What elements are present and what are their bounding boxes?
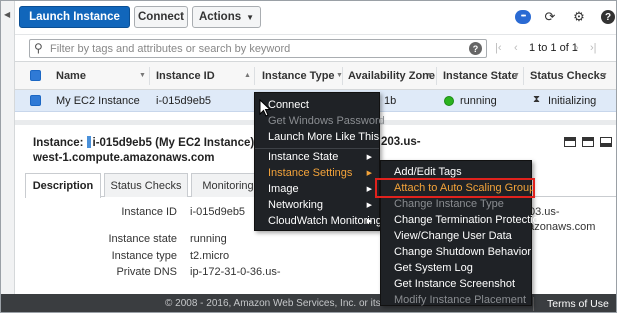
menu-item-instance-settings-label: Instance Settings (268, 167, 353, 179)
panel-layout-middle-icon[interactable] (582, 137, 594, 147)
column-header-instance-id[interactable]: Instance ID (156, 70, 215, 82)
sort-icon[interactable]: ▼ (426, 72, 433, 79)
select-all-checkbox[interactable] (30, 70, 41, 81)
tab-description[interactable]: Description (25, 173, 101, 198)
cell-status-checks: Initializing (548, 95, 597, 107)
submenu-arrow-icon: ▶ (366, 154, 372, 161)
submenu-item-view-change-user-data[interactable]: View/Change User Data (381, 228, 531, 244)
panel-layout-bottom-icon[interactable] (600, 137, 612, 147)
search-input[interactable] (50, 41, 460, 56)
menu-item-image-label: Image (268, 183, 299, 195)
field-value-instance-state: running (190, 233, 227, 245)
sort-icon[interactable]: ▼ (513, 72, 520, 79)
pagination-text: 1 to 1 of 1 (529, 42, 578, 54)
sort-icon[interactable]: ▲ (244, 72, 251, 79)
submenu-item-change-instance-type[interactable]: Change Instance Type (381, 196, 531, 212)
submenu-arrow-icon: ▶ (366, 202, 372, 209)
instances-table-header: Name ▼ Instance ID ▲ Instance Type ▼ Ava… (15, 61, 616, 90)
search-help-icon[interactable]: ? (469, 42, 482, 55)
toolbar: Launch Instance Connect Actions ▼ ⟳ ⚙ ? (15, 1, 616, 34)
details-dns-tail: 203.us- (381, 136, 421, 148)
mouse-pointer-icon (259, 99, 271, 117)
details-dns-line2: west-1.compute.amazonaws.com (33, 152, 215, 164)
actions-button-label: Actions (198, 11, 242, 23)
field-label-instance-type: Instance type (111, 250, 177, 262)
launch-instance-button[interactable]: Launch Instance (19, 6, 130, 28)
menu-item-launch-more-like-this[interactable]: Launch More Like This (255, 129, 379, 145)
connect-button[interactable]: Connect (134, 6, 188, 28)
collapse-sidebar-strip[interactable]: ◀ (1, 1, 15, 294)
cell-name: My EC2 Instance (56, 95, 140, 107)
first-page-icon[interactable]: |‹ (495, 42, 502, 54)
field-label-instance-state: Instance state (108, 233, 178, 245)
column-divider (342, 67, 343, 85)
menu-item-get-windows-password[interactable]: Get Windows Password (255, 113, 385, 129)
field-value-instance-id: i-015d9eb5 (190, 206, 246, 218)
instance-color-marker (86, 136, 91, 148)
highlight-annotation (375, 178, 535, 198)
hourglass-icon: ⧗ (533, 94, 541, 105)
menu-item-networking-label: Networking (268, 199, 324, 211)
submenu-item-get-system-log[interactable]: Get System Log (381, 260, 531, 276)
submenu-item-change-termination-protection[interactable]: Change Termination Protection (381, 212, 545, 228)
actions-context-menu: Connect Get Windows Password Launch More… (254, 92, 385, 231)
submenu-arrow-icon: ▶ (366, 170, 372, 177)
column-header-availability-zone[interactable]: Availability Zone (348, 70, 435, 82)
column-divider (523, 67, 524, 85)
ec2-console-window: ◀ Launch Instance Connect Actions ▼ ⟳ ⚙ … (0, 0, 617, 313)
help-icon[interactable]: ? (601, 10, 615, 24)
cell-instance-state: running (460, 95, 497, 107)
row-checkbox[interactable] (30, 95, 41, 106)
copyright-text: © 2008 - 2016, Amazon Web Services, Inc.… (165, 298, 415, 309)
chevron-down-icon: ▼ (246, 12, 255, 22)
panel-layout-top-icon[interactable] (564, 137, 576, 147)
cell-instance-id: i-015d9eb5 (156, 95, 212, 107)
field-label-instance-id: Instance ID (121, 206, 177, 218)
menu-item-image[interactable]: Image ▶ (255, 181, 379, 197)
sort-icon[interactable]: ▼ (601, 72, 608, 79)
chat-icon[interactable] (515, 10, 531, 24)
column-header-instance-type[interactable]: Instance Type (262, 70, 335, 82)
column-divider (149, 67, 150, 85)
field-value-instance-type: t2.micro (190, 250, 230, 262)
actions-button[interactable]: Actions ▼ (192, 6, 261, 28)
terms-of-use-link[interactable]: Terms of Use (547, 298, 609, 310)
submenu-item-modify-instance-placement[interactable]: Modify Instance Placement (381, 292, 531, 308)
submenu-item-get-instance-screenshot[interactable]: Get Instance Screenshot (381, 276, 531, 292)
filter-bar: ⚲ ? |‹ ‹ 1 to 1 of 1 › ›| (15, 34, 616, 61)
column-header-status-checks[interactable]: Status Checks (530, 70, 606, 82)
menu-item-cloudwatch-monitoring-label: CloudWatch Monitoring (268, 215, 382, 227)
details-title: Instance: i-015d9eb5 (My EC2 Instance) (33, 136, 254, 149)
refresh-icon[interactable]: ⟳ (543, 9, 557, 24)
details-title-label: Instance: (33, 137, 84, 149)
collapse-left-icon[interactable]: ◀ (4, 10, 10, 19)
last-page-icon[interactable]: ›| (590, 42, 597, 54)
cell-availability-zone: 1b (384, 95, 397, 107)
gear-icon[interactable]: ⚙ (572, 9, 586, 24)
sort-icon[interactable]: ▼ (139, 72, 146, 79)
prev-page-icon[interactable]: ‹ (514, 42, 518, 54)
column-divider (254, 67, 255, 85)
tab-status-checks[interactable]: Status Checks (104, 173, 188, 197)
column-header-instance-state[interactable]: Instance State (443, 70, 518, 82)
submenu-arrow-icon: ▶ (366, 218, 372, 225)
details-title-value: i-015d9eb5 (My EC2 Instance) (92, 137, 255, 149)
footer-divider (533, 297, 534, 311)
search-box[interactable]: ⚲ ? (29, 39, 487, 58)
running-status-icon (444, 96, 454, 106)
search-icon: ⚲ (34, 41, 43, 55)
menu-item-connect[interactable]: Connect (255, 97, 379, 113)
next-page-icon[interactable]: › (575, 42, 579, 54)
column-divider (436, 67, 437, 85)
menu-item-networking[interactable]: Networking ▶ (255, 197, 379, 213)
menu-item-instance-settings[interactable]: Instance Settings ▶ (255, 165, 379, 181)
field-value-private-dns: ip-172-31-0-36.us- (190, 266, 281, 278)
column-header-name[interactable]: Name (56, 70, 86, 82)
field-label-private-dns: Private DNS (116, 266, 177, 278)
menu-item-instance-state-label: Instance State (268, 151, 339, 163)
menu-item-cloudwatch-monitoring[interactable]: CloudWatch Monitoring ▶ (255, 213, 382, 229)
submenu-item-change-shutdown-behavior[interactable]: Change Shutdown Behavior (381, 244, 531, 260)
menu-item-instance-state[interactable]: Instance State ▶ (255, 149, 379, 165)
submenu-arrow-icon: ▶ (366, 186, 372, 193)
